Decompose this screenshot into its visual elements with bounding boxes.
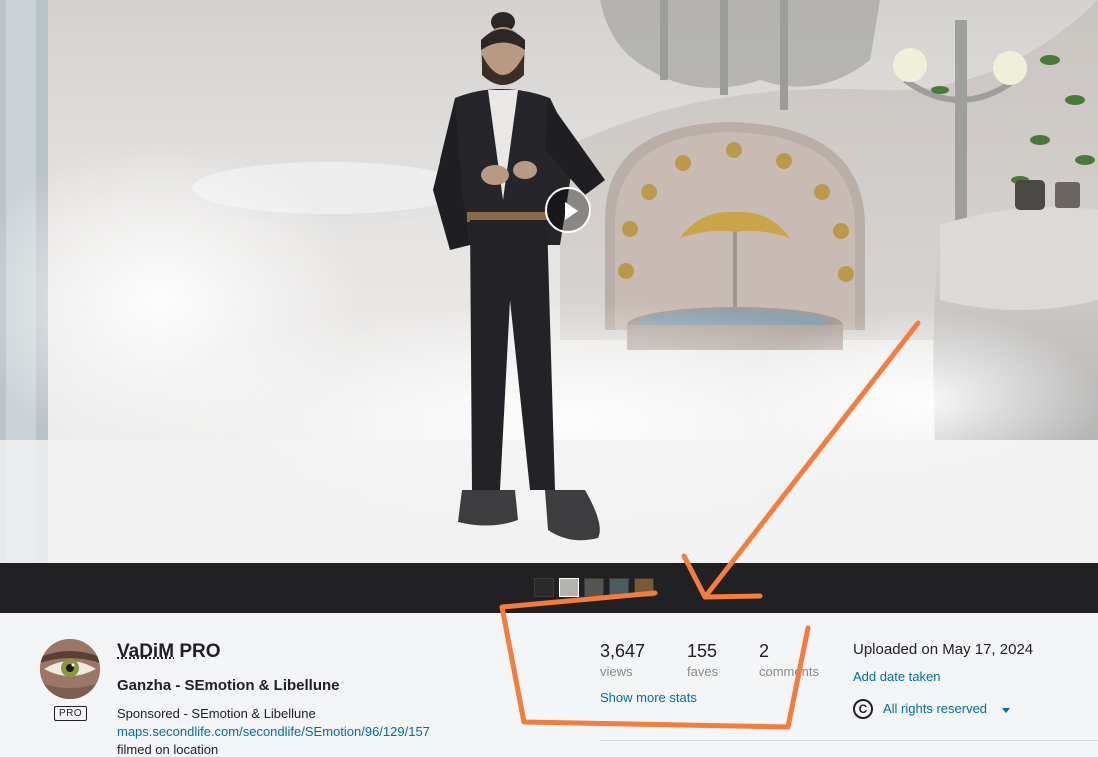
- owner-pro-label: PRO: [179, 641, 221, 662]
- video-player[interactable]: [0, 0, 1098, 563]
- stat-value: 155: [687, 641, 718, 661]
- eye-avatar-image: [40, 639, 100, 699]
- stat-label: faves: [687, 664, 719, 679]
- filmstrip: [0, 563, 1098, 613]
- description-line: filmed on location: [117, 742, 219, 757]
- owner-line: VaDiM PRO: [117, 641, 221, 663]
- filmstrip-thumb-active[interactable]: [559, 578, 579, 597]
- avatar[interactable]: [40, 639, 100, 699]
- stat-label: comments: [759, 664, 819, 679]
- pro-badge: PRO: [54, 706, 88, 721]
- photo-info-panel: PRO VaDiM PRO Ganzha - SEmotion & Libell…: [0, 613, 1098, 757]
- copyright-icon: C: [853, 699, 873, 719]
- stat-comments: 2 comments: [759, 641, 819, 679]
- upload-date: Uploaded on May 17, 2024: [853, 641, 1034, 658]
- filmstrip-thumb[interactable]: [609, 578, 629, 597]
- license-label: All rights reserved: [883, 701, 988, 716]
- show-more-stats-link[interactable]: Show more stats: [600, 690, 697, 705]
- video-frame: [0, 0, 1098, 563]
- stat-value: 2: [759, 641, 770, 661]
- filmstrip-thumb[interactable]: [584, 578, 604, 597]
- divider: [600, 740, 1098, 741]
- owner-name[interactable]: VaDiM: [117, 641, 174, 662]
- description-link[interactable]: maps.secondlife.com/secondlife/SEmotion/…: [117, 724, 430, 739]
- caret-down-icon: [1002, 708, 1010, 713]
- play-button[interactable]: [545, 187, 591, 233]
- stat-views: 3,647 views: [600, 641, 645, 679]
- stat-faves: 155 faves: [687, 641, 718, 679]
- filmstrip-thumb[interactable]: [634, 578, 654, 597]
- stat-label: views: [600, 664, 633, 679]
- filmstrip-thumb[interactable]: [534, 578, 554, 597]
- description-line: Sponsored - SEmotion & Libellune: [117, 706, 316, 721]
- add-date-taken-link[interactable]: Add date taken: [853, 669, 940, 684]
- play-icon: [565, 202, 578, 220]
- stat-value: 3,647: [600, 641, 646, 661]
- photo-title: Ganzha - SEmotion & Libellune: [117, 677, 340, 694]
